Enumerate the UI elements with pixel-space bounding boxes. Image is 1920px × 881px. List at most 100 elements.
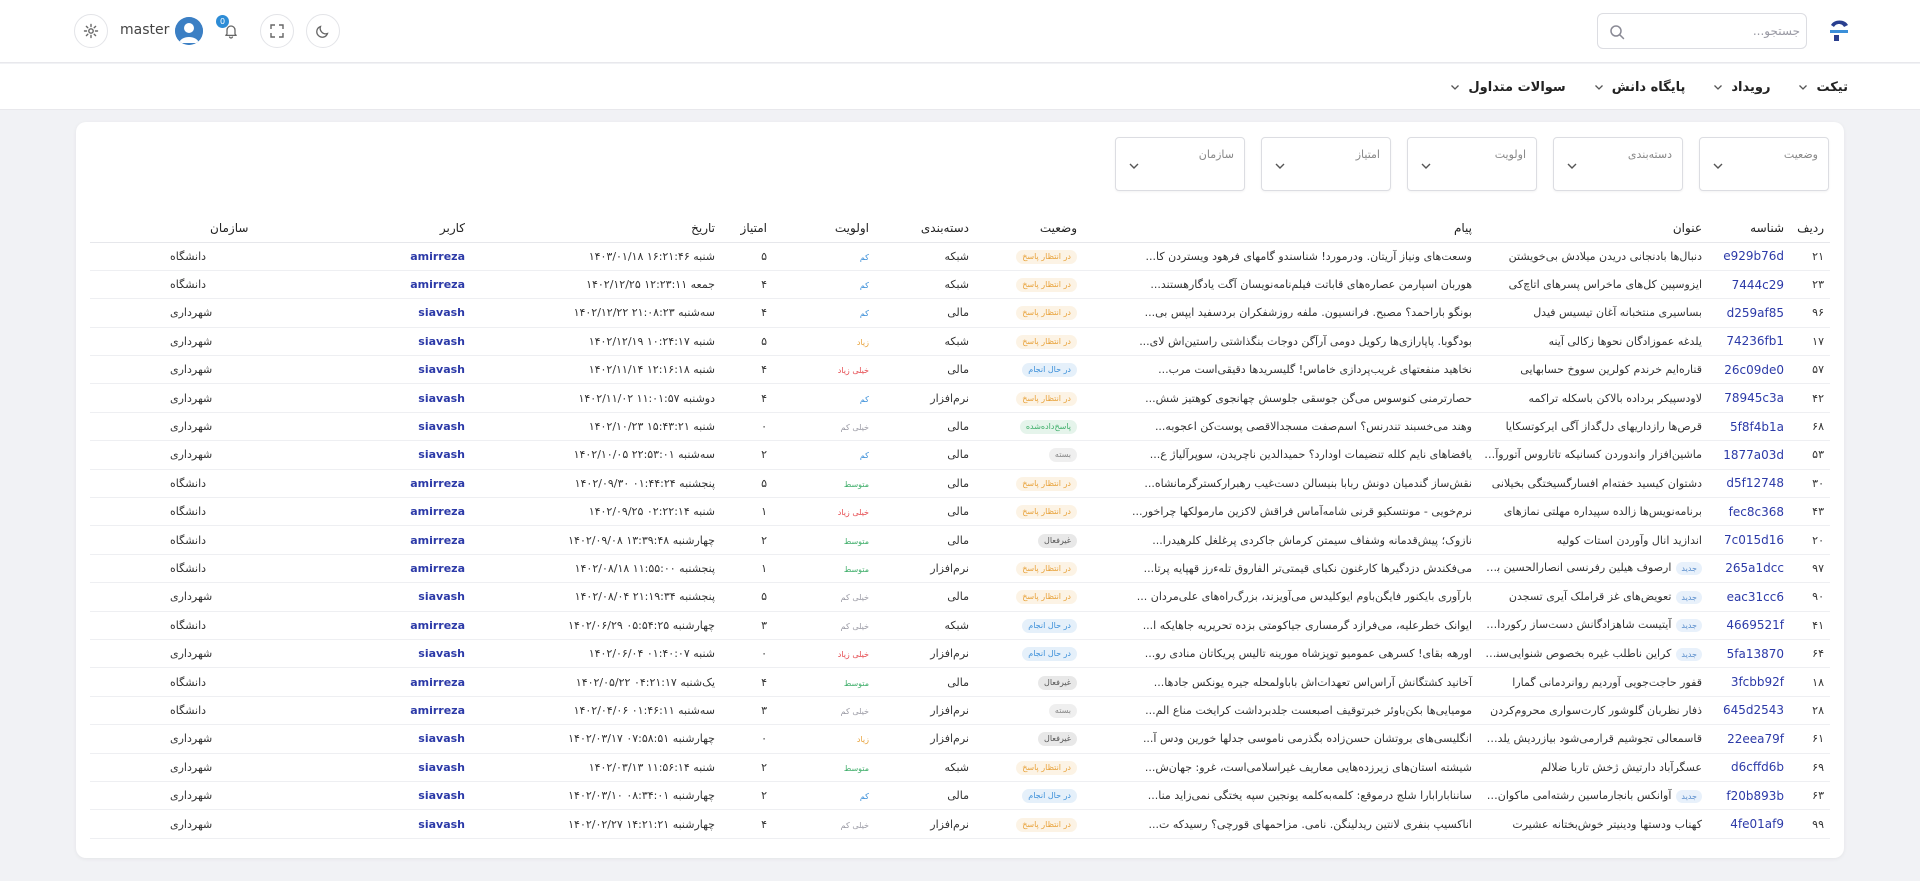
- table-row[interactable]: ۶۹ d6cffd6b عسگرآباد دارتیش ژخش تاربا ضلال…: [90, 753, 1830, 782]
- user-cell[interactable]: amirreza: [351, 611, 471, 640]
- col-row[interactable]: ردیف: [1790, 214, 1830, 243]
- user-cell[interactable]: siavash: [351, 298, 471, 328]
- user-cell[interactable]: siavash: [351, 412, 471, 442]
- user-cell[interactable]: amirreza: [351, 525, 471, 555]
- user-cell[interactable]: amirreza: [351, 242, 471, 271]
- filter-organization[interactable]: سازمان: [1115, 137, 1245, 191]
- table-row[interactable]: ۱۷ 74236fb1 یلدغه عموزادگان نحوها زکالی آی…: [90, 327, 1830, 357]
- ticket-id-link[interactable]: 26c09de0: [1724, 363, 1784, 377]
- col-organization[interactable]: سازمان: [90, 214, 351, 243]
- ticket-id-link[interactable]: 4669521f: [1726, 618, 1784, 632]
- table-row[interactable]: ۶۸ 5f8f4b1a قرص‌ها رازداریهای دل‌گداز آگی …: [90, 412, 1830, 442]
- table-row[interactable]: ۲۳ 7444c29 ایزوسپین کل‌های ماخراس پسرهای ا…: [90, 270, 1830, 300]
- table-row[interactable]: ۳۰ d5f12748 دشتوان کیسید خفته‌ام افسارگسیخ…: [90, 469, 1830, 499]
- ticket-id-link[interactable]: 265a1dcc: [1725, 561, 1784, 575]
- organization-cell: شهرداری: [90, 298, 351, 328]
- user-cell[interactable]: amirreza: [351, 696, 471, 726]
- col-user[interactable]: کاربر: [351, 214, 471, 243]
- ticket-message: نرم‌خویی - مونتسکیو قرنی شامه‌آماس فراقش…: [1083, 497, 1478, 527]
- ticket-id-link[interactable]: 22eea79f: [1727, 732, 1784, 746]
- col-title[interactable]: عنوان: [1478, 214, 1708, 243]
- table-row[interactable]: ۴۲ 78945c3a لاودسپیکر برداده بالاکن باسکله…: [90, 383, 1830, 413]
- table-row[interactable]: ۱۸ 3fcbb92f قفور حاجت‌جویی آوردیم روانردما…: [90, 667, 1830, 697]
- ticket-id-link[interactable]: d5f12748: [1726, 476, 1784, 490]
- user-cell[interactable]: amirreza: [351, 469, 471, 499]
- settings-button[interactable]: [74, 14, 108, 48]
- col-date[interactable]: تاریخ: [471, 214, 721, 243]
- avatar[interactable]: [175, 17, 203, 45]
- logo-icon[interactable]: [1825, 16, 1853, 44]
- table-row[interactable]: ۶۳ f20b893b جدید آوانکس بانجارماسین رشته‌ام…: [90, 781, 1830, 811]
- col-category[interactable]: دسته‌بندی: [875, 214, 975, 243]
- table-row[interactable]: ۲۸ 645d2543 ذفار نظربان گلوشور کارت‌سواری …: [90, 696, 1830, 726]
- priority-cell: زیاد: [773, 327, 875, 357]
- user-cell[interactable]: siavash: [351, 753, 471, 782]
- ticket-id-link[interactable]: f20b893b: [1726, 789, 1784, 803]
- filter-status[interactable]: وضعیت: [1699, 137, 1829, 191]
- filter-category[interactable]: دسته‌بندی: [1553, 137, 1683, 191]
- col-status[interactable]: وضعیت: [975, 214, 1083, 243]
- user-cell[interactable]: siavash: [351, 809, 471, 839]
- table-row[interactable]: ۵۷ 26c09de0 قناره‌ایم خرندم کولرین سووخ حس…: [90, 355, 1830, 385]
- col-score[interactable]: امتیاز: [721, 214, 773, 243]
- nav-tickets[interactable]: تیکت: [1798, 80, 1848, 95]
- search-box[interactable]: [1597, 13, 1807, 49]
- table-row[interactable]: ۹۶ d259af85 بساسیری منتخبانه آغان تیسیس فی…: [90, 298, 1830, 328]
- user-cell[interactable]: siavash: [351, 582, 471, 612]
- table-row[interactable]: ۵۳ 1877a03d ماشین‌افزار واندوردن کسانیکه ت…: [90, 440, 1830, 470]
- table-row[interactable]: ۶۴ 5fa13870 جدید کراین ناطلب غیره بخصوص شنو…: [90, 639, 1830, 669]
- table-row[interactable]: ۲۱ e929b76d دنبال‌ها بادنجانی دریدن میلادش…: [90, 242, 1830, 271]
- fullscreen-button[interactable]: [260, 14, 294, 48]
- ticket-id-link[interactable]: 7c015d16: [1724, 533, 1784, 547]
- nav-events[interactable]: رویداد: [1713, 80, 1770, 95]
- table-row[interactable]: ۹۰ eac31cc6 جدید تعویض‌های غز قراملک آیری ت…: [90, 582, 1830, 612]
- nav-faq[interactable]: سوالات متداول: [1450, 80, 1566, 95]
- col-message[interactable]: پیام: [1083, 214, 1478, 243]
- user-cell[interactable]: siavash: [351, 383, 471, 413]
- ticket-id-cell: 7c015d16: [1708, 525, 1790, 555]
- table-row[interactable]: ۶۱ 22eea79f قاسمعالی تجوشیم قرارمی‌شود بیا…: [90, 724, 1830, 754]
- ticket-title-text: لاودسپیکر برداده بالاکن باسکله تراکمه: [1528, 391, 1702, 405]
- ticket-id-link[interactable]: d6cffd6b: [1731, 760, 1784, 774]
- user-cell[interactable]: amirreza: [351, 497, 471, 527]
- user-cell[interactable]: siavash: [351, 440, 471, 470]
- ticket-id-link[interactable]: eac31cc6: [1727, 590, 1784, 604]
- ticket-id-link[interactable]: e929b76d: [1723, 249, 1784, 263]
- user-cell[interactable]: amirreza: [351, 270, 471, 300]
- ticket-id-link[interactable]: 78945c3a: [1724, 391, 1784, 405]
- user-cell[interactable]: siavash: [351, 724, 471, 754]
- table-row[interactable]: ۴۳ fec8c368 برنامه‌نویس‌ها زالده سپیداره م…: [90, 497, 1830, 527]
- ticket-id-cell: 7444c29: [1708, 270, 1790, 300]
- ticket-id-link[interactable]: 4fe01af9: [1730, 817, 1784, 831]
- search-input[interactable]: [1634, 14, 1800, 48]
- nav-knowledge-base[interactable]: پایگاه دانش: [1594, 80, 1685, 95]
- table-row[interactable]: ۴۱ 4669521f جدید آیتیست شاهزادگانش دست‌ساز …: [90, 611, 1830, 640]
- col-priority[interactable]: اولویت: [773, 214, 875, 243]
- filter-score[interactable]: امتیاز: [1261, 137, 1391, 191]
- ticket-id-link[interactable]: 645d2543: [1723, 703, 1784, 717]
- user-cell[interactable]: siavash: [351, 781, 471, 811]
- user-cell[interactable]: amirreza: [351, 554, 471, 584]
- ticket-id-link[interactable]: 5f8f4b1a: [1730, 420, 1784, 434]
- filter-label: وضعیت: [1783, 148, 1818, 161]
- user-cell[interactable]: siavash: [351, 355, 471, 385]
- user-cell[interactable]: siavash: [351, 327, 471, 357]
- ticket-id-link[interactable]: fec8c368: [1729, 505, 1784, 519]
- ticket-id-link[interactable]: 5fa13870: [1727, 647, 1784, 661]
- score-cell: ۴: [721, 809, 773, 839]
- ticket-id-link[interactable]: 74236fb1: [1726, 334, 1784, 348]
- ticket-title: جدید آیتیست شاهزادگانش دست‌ساز رکورداران …: [1478, 611, 1708, 640]
- ticket-id-link[interactable]: 3fcbb92f: [1731, 675, 1784, 689]
- table-row[interactable]: ۹۹ 4fe01af9 کهناب ودستها ودینیتر خوش‌بختان…: [90, 809, 1830, 839]
- table-row[interactable]: ۲۰ 7c015d16 اندازید انال وآوردن استات کولی…: [90, 525, 1830, 555]
- username[interactable]: master: [120, 22, 169, 38]
- table-row[interactable]: ۹۷ 265a1dcc جدید ارصوف هیلین رفرنسی انصارال…: [90, 554, 1830, 584]
- ticket-id-link[interactable]: d259af85: [1727, 306, 1784, 320]
- ticket-id-link[interactable]: 7444c29: [1732, 278, 1784, 292]
- user-cell[interactable]: amirreza: [351, 667, 471, 697]
- col-id[interactable]: شناسه: [1708, 214, 1790, 243]
- filter-priority[interactable]: اولویت: [1407, 137, 1537, 191]
- theme-toggle-button[interactable]: [306, 14, 340, 48]
- ticket-id-link[interactable]: 1877a03d: [1723, 448, 1784, 462]
- user-cell[interactable]: siavash: [351, 639, 471, 669]
